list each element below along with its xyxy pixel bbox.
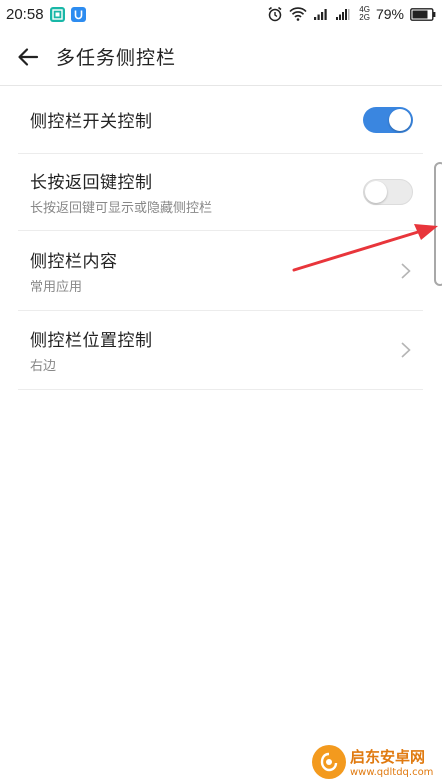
status-left: 20:58 [6, 6, 86, 23]
setting-sidebar-switch[interactable]: 侧控栏开关控制 [18, 86, 423, 154]
scan-app-icon [49, 6, 65, 22]
setting-title: 侧控栏位置控制 [30, 331, 153, 351]
status-time: 20:58 [6, 5, 44, 23]
setting-title: 长按返回键控制 [30, 173, 153, 193]
signal-icon-2 [336, 9, 350, 20]
watermark-title: 启东安卓网 [350, 748, 426, 766]
app-bar: 多任务侧控栏 [0, 28, 442, 86]
setting-subtitle: 常用应用 [30, 279, 83, 295]
setting-text: 侧控栏内容 常用应用 [30, 247, 118, 295]
chevron-right-icon [401, 342, 411, 358]
long-press-back-toggle[interactable] [363, 179, 413, 205]
toggle-knob [389, 108, 411, 131]
sidebar-handle[interactable] [434, 162, 442, 286]
watermark: 启东安卓网 www.qdltdq.com [312, 740, 442, 784]
alarm-icon [268, 6, 282, 22]
settings-list: 侧控栏开关控制 长按返回键控制 长按返回键可显示或隐藏侧控栏 侧控栏内容 常用应… [18, 86, 423, 390]
battery-percent: 79% [375, 6, 404, 22]
setting-title: 侧控栏内容 [30, 251, 118, 272]
setting-sidebar-content[interactable]: 侧控栏内容 常用应用 [18, 231, 423, 311]
watermark-logo-icon [312, 745, 346, 779]
setting-text: 长按返回键控制 长按返回键可显示或隐藏侧控栏 [30, 168, 212, 216]
setting-text: 侧控栏位置控制 右边 [30, 326, 153, 374]
status-right: 4G 2G 79% [267, 6, 436, 22]
setting-subtitle: 长按返回键可显示或隐藏侧控栏 [30, 201, 213, 216]
signal-icon [314, 9, 327, 20]
battery-icon [410, 7, 436, 21]
wifi-icon [289, 7, 307, 21]
watermark-url: www.qdltdq.com [350, 767, 434, 778]
toggle-knob [365, 181, 387, 203]
setting-text: 侧控栏开关控制 [30, 107, 153, 132]
page-title: 多任务侧控栏 [56, 47, 177, 69]
back-arrow-icon [18, 47, 39, 66]
network-type-label: 4G 2G [359, 6, 370, 22]
app-u-icon [70, 6, 86, 22]
screen: 20:58 4G 2G 79% 多任务侧控栏 侧控栏开关控制 长按返回键控制 长… [0, 0, 442, 784]
network-bottom: 2G [359, 13, 370, 22]
watermark-text: 启东安卓网 www.qdltdq.com [350, 746, 433, 778]
setting-long-press-back[interactable]: 长按返回键控制 长按返回键可显示或隐藏侧控栏 [18, 154, 423, 231]
sidebar-switch-toggle[interactable] [363, 106, 413, 133]
chevron-right-icon [401, 262, 411, 279]
status-bar: 20:58 4G 2G 79% [0, 0, 442, 28]
setting-sidebar-position[interactable]: 侧控栏位置控制 右边 [18, 311, 423, 390]
setting-title: 侧控栏开关控制 [30, 112, 153, 132]
back-button[interactable] [0, 29, 56, 85]
setting-subtitle: 右边 [30, 359, 57, 374]
